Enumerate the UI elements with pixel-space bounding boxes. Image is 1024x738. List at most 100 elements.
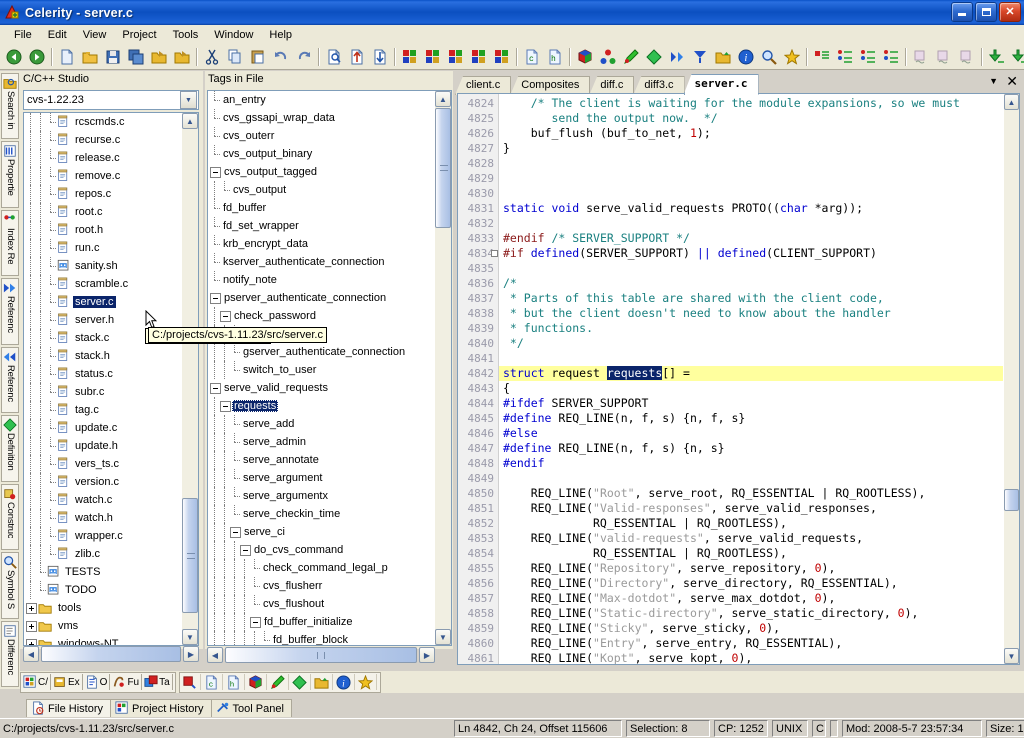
code-line[interactable]: RQ_ESSENTIAL | RQ_ROOTLESS), [499,516,1003,531]
tree-item[interactable]: remove.c [24,167,182,185]
tree-item[interactable]: zlib.c [24,545,182,563]
find-previous-icon[interactable] [345,46,368,68]
tree-item[interactable]: fd_buffer_initialize [208,613,435,631]
panel-tab-differenc[interactable]: Differenc [1,621,19,687]
header-h-icon[interactable]: h [543,46,566,68]
code-line[interactable]: RQ_ESSENTIAL | RQ_ROOTLESS), [499,546,1003,561]
menu-view[interactable]: View [75,27,115,43]
scroll-up-button[interactable]: ▲ [435,91,451,107]
back-icon[interactable] [2,46,25,68]
open-project-icon[interactable] [147,46,170,68]
redo-icon[interactable] [292,46,315,68]
bookmark-icon[interactable] [357,673,374,692]
copy-icon[interactable] [223,46,246,68]
code-line[interactable]: #endif /* SERVER_SUPPORT */ [499,231,1003,246]
chevron-down-icon[interactable]: ▼ [180,91,197,109]
tree-item[interactable]: tag.c [24,401,182,419]
tree-item[interactable]: vms [24,617,182,635]
collapse-button[interactable] [210,293,221,304]
filter-2-icon[interactable] [932,46,955,68]
scroll-up-button[interactable]: ▲ [182,113,198,129]
code-line[interactable]: * but the client doesn't need to know ab… [499,306,1003,321]
tree-item[interactable]: wrapper.c [24,527,182,545]
scroll-right-button[interactable]: ▶ [183,646,199,662]
tree-item[interactable]: serve_admin [208,433,435,451]
symbols-tree-icon[interactable] [856,46,879,68]
code-line[interactable]: #else [499,426,1003,441]
tree-item[interactable]: an_entry [208,91,435,109]
project-tree-hscrollbar[interactable]: ◀ ▶ [23,646,199,663]
code-text[interactable]: /* The client is waiting for the module … [499,94,1003,664]
tree-item[interactable]: switch_to_user [208,361,435,379]
explorer-button[interactable]: Ex [52,673,81,692]
tree-item[interactable]: cvs_flusherr [208,577,435,595]
info-icon[interactable]: i [335,673,352,692]
tree-item[interactable]: repos.c [24,185,182,203]
code-line[interactable]: { [499,381,1003,396]
project-tree[interactable]: rcscmds.crecurse.crelease.cremove.crepos… [23,112,199,646]
symbols-group-icon[interactable] [879,46,902,68]
tree-item[interactable]: serve_argument [208,469,435,487]
fold-marker[interactable] [491,250,498,257]
open-folder-icon[interactable] [78,46,101,68]
code-line[interactable]: #define REQ_LINE(n, f, s) {n, s} [499,441,1003,456]
tree-item[interactable]: fd_buffer_block [208,631,435,645]
code-line[interactable]: /* [499,276,1003,291]
tree-item[interactable]: root.c [24,203,182,221]
diamond-icon[interactable] [291,673,308,692]
rebuild-icon[interactable] [421,46,444,68]
close-icon[interactable]: ✕ [1006,74,1018,90]
code-line[interactable]: REQ_LINE("Max-dotdot", serve_max_dotdot,… [499,591,1003,606]
minimize-button[interactable] [951,2,973,22]
tree-item[interactable]: TODO [24,581,182,599]
collapse-button[interactable] [210,383,221,394]
code-line[interactable]: /* The client is waiting for the module … [499,96,1003,111]
code-line[interactable]: #endif [499,456,1003,471]
import-icon[interactable] [985,46,1008,68]
pencil-icon[interactable] [269,673,286,692]
tree-item[interactable]: cvs_gssapi_wrap_data [208,109,435,127]
save-all-icon[interactable] [124,46,147,68]
project-folder-icon[interactable] [711,46,734,68]
editor-vscrollbar[interactable]: ▲ ▼ [1004,94,1019,664]
scroll-right-button[interactable]: ▶ [419,647,435,663]
symbols-cube-icon[interactable] [810,46,833,68]
scroll-thumb-h[interactable] [41,646,181,662]
undo-icon[interactable] [269,46,292,68]
scroll-down-button[interactable]: ▼ [182,629,198,645]
tree-item[interactable]: vers_ts.c [24,455,182,473]
panel-tab-propertie[interactable]: Propertie [1,141,19,207]
panel-tab-construc[interactable]: Construc [1,484,19,550]
forward-icon[interactable] [25,46,48,68]
code-line[interactable]: REQ_LINE("Root", serve_root, RQ_ESSENTIA… [499,486,1003,501]
menu-project[interactable]: Project [114,27,164,43]
code-line[interactable] [499,216,1003,231]
filter-1-icon[interactable] [909,46,932,68]
close-button[interactable]: ✕ [999,2,1021,22]
tree-item[interactable]: cvs_output [208,181,435,199]
code-line[interactable]: REQ_LINE("Sticky", serve_sticky, 0), [499,621,1003,636]
menu-help[interactable]: Help [261,27,300,43]
tree-item[interactable]: watch.c [24,491,182,509]
project-folder-icon[interactable] [313,673,330,692]
collapse-button[interactable] [250,617,261,628]
tree-item[interactable]: check_password [208,307,435,325]
code-line[interactable]: #ifdef SERVER_SUPPORT [499,396,1003,411]
code-line[interactable]: #define REQ_LINE(n, f, s) {n, f, s} [499,411,1003,426]
tree-item[interactable]: update.h [24,437,182,455]
header-h-icon[interactable]: h [225,673,242,692]
c-cpp-studio-button[interactable]: C/ [22,673,49,692]
merge-icon[interactable] [1008,46,1024,68]
tree-item[interactable]: version.c [24,473,182,491]
tree-item[interactable]: cvs_flushout [208,595,435,613]
functions-button[interactable]: Fu [111,673,140,692]
collapse-button[interactable] [230,527,241,538]
tree-item[interactable]: rcscmds.c [24,113,182,131]
code-line[interactable]: send the output now. */ [499,111,1003,126]
hierarchy-icon[interactable] [596,46,619,68]
scroll-left-button[interactable]: ◀ [23,646,39,662]
find-in-file-icon[interactable] [322,46,345,68]
tree-item[interactable]: requests [208,397,435,415]
definition-icon[interactable] [642,46,665,68]
menu-file[interactable]: File [6,27,40,43]
